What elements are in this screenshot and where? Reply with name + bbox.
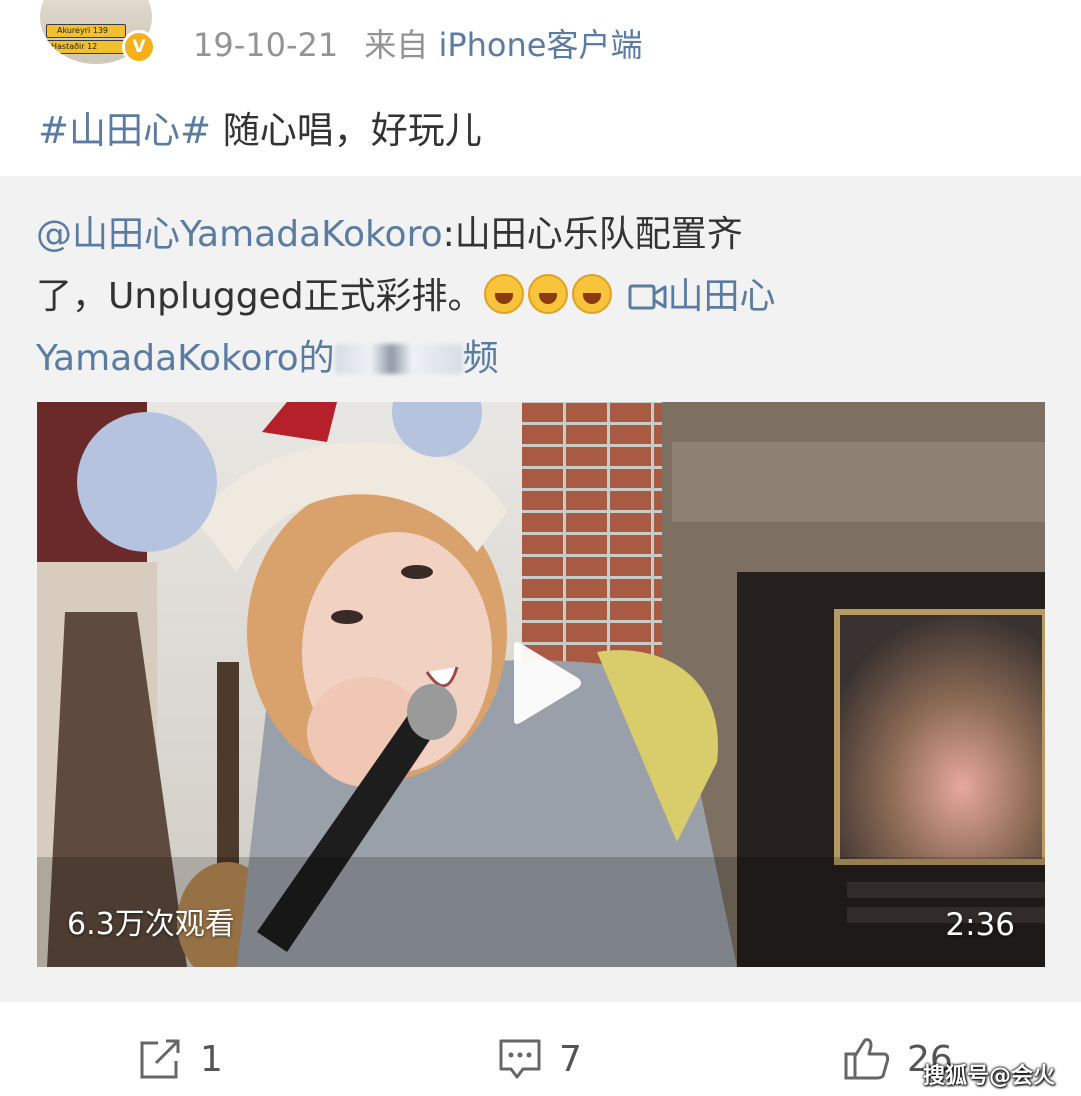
- comment-button[interactable]: 7: [497, 1032, 582, 1086]
- video-link-line2-start[interactable]: YamadaKokoro的: [36, 338, 335, 379]
- post-source-prefix: 来自: [364, 26, 429, 64]
- post-meta: 19-10-21 来自 iPhone客户端: [193, 20, 642, 66]
- repost-card[interactable]: @山田心YamadaKokoro:山田心乐队配置齐 了，Unplugged正式彩…: [0, 176, 1081, 1002]
- laughing-tears-emoji: [527, 274, 568, 314]
- post-text: #山田心# 随心唱，好玩儿: [38, 100, 482, 154]
- laughing-tears-emoji: [571, 274, 612, 314]
- blurred-text: [334, 344, 463, 374]
- hashtag-link[interactable]: #山田心#: [38, 109, 211, 152]
- repost-text-line2: 了，Unplugged正式彩排。: [36, 276, 484, 317]
- video-link-line2-end[interactable]: 频: [463, 338, 499, 379]
- video-duration: 2:36: [945, 907, 1015, 943]
- comment-icon: [499, 1039, 541, 1079]
- post-source-client[interactable]: iPhone客户端: [438, 26, 642, 64]
- repost-text: @山田心YamadaKokoro:山田心乐队配置齐 了，Unplugged正式彩…: [36, 204, 1046, 390]
- post-date: 19-10-21: [193, 26, 339, 64]
- video-camera-icon: [628, 284, 667, 310]
- repost-text-line1: :山田心乐队配置齐: [442, 214, 743, 255]
- comment-count: 7: [559, 1038, 582, 1080]
- avatar-sign-hastadir: Hastaðir 12: [46, 40, 126, 54]
- mention-link[interactable]: @山田心YamadaKokoro: [36, 214, 443, 255]
- watermark: 搜狐号@会火: [922, 1064, 1055, 1089]
- play-icon[interactable]: [508, 640, 584, 726]
- video-link-line1[interactable]: 山田心: [668, 276, 776, 317]
- thumbs-up-icon: [844, 1038, 890, 1080]
- repost-button[interactable]: 1: [138, 1032, 223, 1086]
- view-count: 6.3万次观看: [67, 907, 235, 942]
- avatar-sign-akureyri: Akureyri 139: [46, 24, 126, 38]
- post-body: 随心唱，好玩儿: [222, 109, 482, 152]
- grin-emoji: [483, 274, 524, 314]
- repost-count: 1: [200, 1038, 223, 1080]
- verified-badge-icon: V: [122, 30, 156, 64]
- share-icon: [140, 1039, 180, 1079]
